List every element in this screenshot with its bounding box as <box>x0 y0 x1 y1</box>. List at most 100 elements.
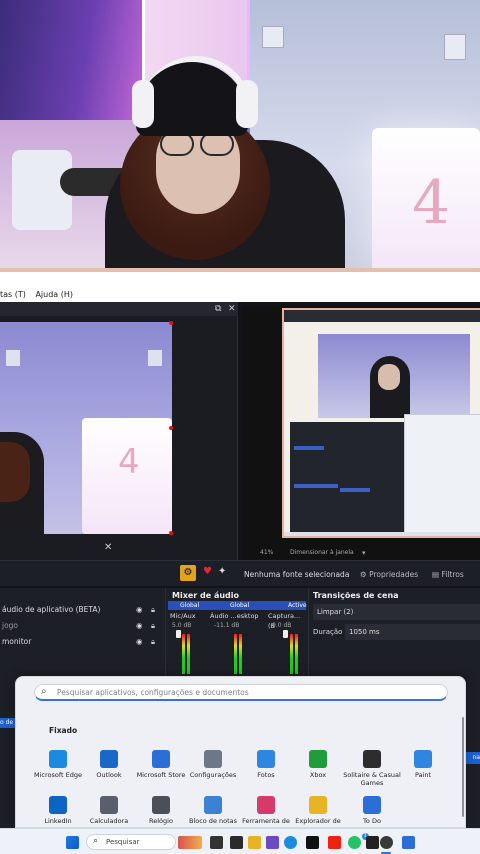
duration-input[interactable]: 1050 ms <box>345 624 480 640</box>
filters-label: Filtros <box>441 570 464 579</box>
volume-fader[interactable] <box>283 630 288 638</box>
program-panel: 41% Dimensionar à janela ▾ <box>242 306 480 562</box>
linkedin-icon <box>49 796 67 814</box>
lock-icon[interactable]: 🔒︎ <box>151 618 155 634</box>
pinned-app[interactable]: Ferramenta de <box>236 796 296 825</box>
pinned-app[interactable]: Xbox <box>288 750 348 779</box>
xbox-icon <box>309 750 327 768</box>
transform-handle[interactable] <box>169 426 173 430</box>
menu-tools[interactable]: tas (T) <box>0 290 26 299</box>
app-icon[interactable] <box>230 836 243 849</box>
start-search-box[interactable]: ⌕ Pesquisar aplicativos, configurações e… <box>34 684 448 701</box>
volume-meter <box>239 634 242 674</box>
pinned-app[interactable]: Paint <box>393 750 453 779</box>
pinned-app-label: Xbox <box>309 771 327 779</box>
snipping-tool-icon <box>257 796 275 814</box>
webcam-switch <box>262 26 284 48</box>
pinned-app[interactable]: Bloco de notas <box>183 796 243 825</box>
duration-label: Duração <box>313 628 343 636</box>
source-label: jogo <box>2 621 19 630</box>
task-view-icon[interactable] <box>210 836 223 849</box>
lock-icon[interactable]: 🔒︎ <box>151 634 155 650</box>
pinned-app[interactable]: Calculadora <box>79 796 139 825</box>
outlook-icon <box>100 750 118 768</box>
webcam-headphone-cup <box>132 80 154 128</box>
pinned-app-label: Ferramenta de <box>242 817 290 825</box>
preview-panel: ⧉ ✕ 4 ✕ <box>0 302 238 564</box>
gear-icon[interactable]: ⚙ <box>180 565 196 581</box>
eye-icon[interactable]: ◉ <box>136 634 143 650</box>
separator-band <box>0 274 480 288</box>
clock-icon <box>152 796 170 814</box>
pinned-app[interactable]: Relógio <box>131 796 191 825</box>
pinned-app[interactable]: Fotos <box>236 750 296 779</box>
program-screen-capture <box>282 308 480 538</box>
transform-handle[interactable] <box>169 531 173 535</box>
pinned-app-label: Bloco de notas <box>188 817 238 825</box>
mixer-header: Global Global Active <box>168 601 307 610</box>
program-obs-topbar <box>284 310 480 322</box>
obs-icon[interactable] <box>380 836 393 849</box>
filters-button[interactable]: ▤ Filtros <box>432 570 464 579</box>
mixer-header-label: Global <box>180 602 200 609</box>
pinned-app[interactable]: Explorador de <box>288 796 348 825</box>
webcam-border <box>0 268 480 272</box>
volume-meter <box>295 634 298 674</box>
youtube-icon[interactable] <box>328 836 341 849</box>
mixer-channels: Mic/Aux Áudio ...esktop Captura... (B <box>168 611 306 630</box>
properties-button[interactable]: ⚙ Propriedades <box>360 570 418 579</box>
float-icon[interactable]: ⧉ <box>215 304 221 314</box>
pinned-app-label: Configurações <box>189 771 237 779</box>
preview-canvas[interactable]: 4 <box>0 322 172 534</box>
transform-handle[interactable] <box>169 321 173 325</box>
app-icon[interactable] <box>266 836 279 849</box>
volume-fader[interactable] <box>176 630 181 638</box>
no-source-label: Nenhuma fonte selecionada <box>244 570 350 579</box>
pinned-app[interactable]: To Do <box>342 796 402 825</box>
calculator-icon <box>100 796 118 814</box>
magic-wand-icon[interactable]: ✦ <box>218 566 226 577</box>
pinned-app[interactable]: Outlook <box>79 750 139 779</box>
start-search-placeholder: Pesquisar aplicativos, configurações e d… <box>57 688 249 697</box>
close-icon[interactable]: ✕ <box>228 304 236 314</box>
file-explorer-icon[interactable] <box>248 836 261 849</box>
chevron-down-icon[interactable]: ▾ <box>362 546 366 560</box>
edge-icon[interactable] <box>284 836 297 849</box>
search-icon: ⌕ <box>41 686 47 697</box>
pinned-app-label: Relógio <box>149 817 173 825</box>
pinned-app-label: Outlook <box>96 771 122 779</box>
store-icon <box>152 750 170 768</box>
eye-icon[interactable]: ◉ <box>136 602 143 618</box>
edge-icon <box>49 750 67 768</box>
source-item[interactable]: jogo ◉ 🔒︎ <box>0 618 166 634</box>
source-item[interactable]: áudio de aplicativo (BETA) ◉ 🔒︎ <box>0 602 166 618</box>
scene-transitions-dock: Transições de cena Limpar (2) Duração 10… <box>308 588 480 688</box>
widgets-icon[interactable] <box>178 836 202 849</box>
mixer-title: Mixer de áudio <box>172 591 240 600</box>
fit-window-button[interactable]: Dimensionar à janela <box>290 546 354 560</box>
source-item[interactable]: monitor ◉ 🔒︎ <box>0 634 166 650</box>
windows-start-icon[interactable] <box>66 836 79 849</box>
todo-icon <box>363 796 381 814</box>
close-icon[interactable]: ✕ <box>104 542 112 553</box>
eye-icon[interactable]: ◉ <box>136 618 143 634</box>
menu-help[interactable]: Ajuda (H) <box>35 290 73 299</box>
volume-meter <box>290 634 293 674</box>
pinned-app[interactable]: Configurações <box>183 750 243 779</box>
pinned-app-label: Calculadora <box>89 817 129 825</box>
obs-docks: áudio de aplicativo (BETA) ◉ 🔒︎ jogo ◉ 🔒… <box>0 588 480 688</box>
preview-switch <box>6 350 20 366</box>
transition-select[interactable]: Limpar (2) <box>313 604 480 620</box>
notepad-icon <box>204 796 222 814</box>
app-icon[interactable] <box>402 836 415 849</box>
pinned-app[interactable]: Microsoft Store <box>131 750 191 779</box>
whatsapp-icon[interactable] <box>348 836 361 849</box>
app-icon[interactable] <box>306 836 319 849</box>
pinned-app-label: Explorador de <box>295 817 341 825</box>
app-icon[interactable] <box>366 836 379 849</box>
heart-icon[interactable]: ♥ <box>203 566 212 577</box>
lock-icon[interactable]: 🔒︎ <box>151 602 155 618</box>
start-scrollbar[interactable] <box>462 717 464 817</box>
taskbar-search[interactable]: ⌕ Pesquisar <box>86 834 176 850</box>
volume-meter <box>187 634 190 674</box>
